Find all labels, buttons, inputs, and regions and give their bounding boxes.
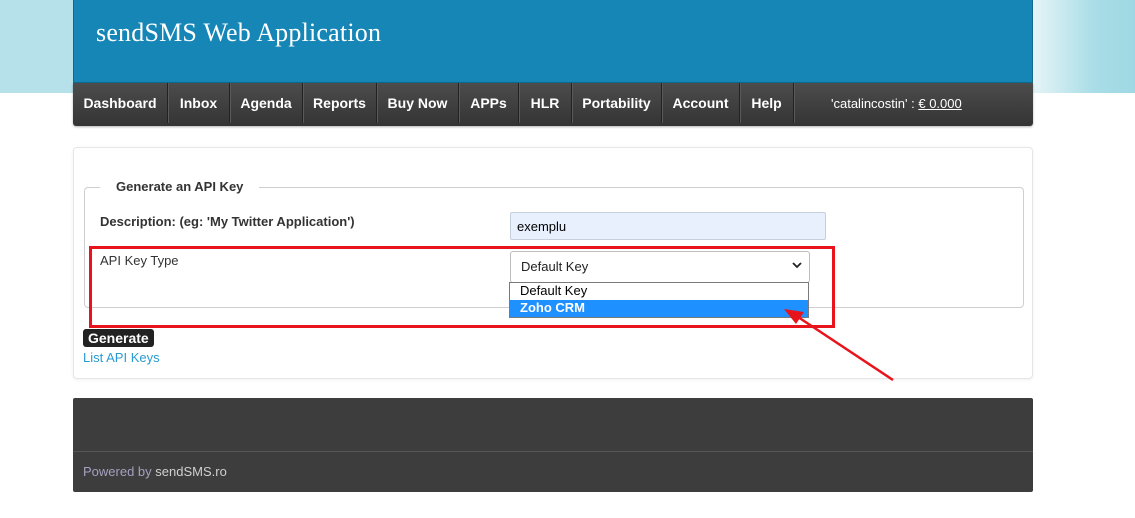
nav-apps[interactable]: APPs: [459, 83, 519, 123]
nav-agenda[interactable]: Agenda: [230, 83, 303, 123]
powered-brand: sendSMS.ro: [155, 464, 227, 479]
app-title: sendSMS Web Application: [96, 18, 382, 47]
background-right: [1033, 0, 1135, 93]
footer: Powered by sendSMS.ro: [73, 398, 1033, 492]
list-api-keys-link[interactable]: List API Keys: [83, 350, 160, 365]
chevron-down-icon: [792, 262, 802, 269]
api-key-panel: Generate an API Key Description: (eg: 'M…: [73, 147, 1033, 379]
account-user: 'catalincostin' :: [831, 96, 915, 111]
select-current-value: Default Key: [521, 259, 589, 274]
fieldset-legend: Generate an API Key: [100, 179, 260, 194]
api-key-type-select[interactable]: Default Key: [510, 251, 810, 283]
option-default-key[interactable]: Default Key: [510, 283, 808, 300]
nav-account[interactable]: Account: [662, 83, 740, 123]
option-zoho-crm[interactable]: Zoho CRM: [510, 300, 808, 317]
account-info: 'catalincostin' : € 0.000: [831, 83, 962, 126]
nav-inbox[interactable]: Inbox: [168, 83, 230, 123]
generate-button[interactable]: Generate: [83, 329, 154, 347]
app-header: sendSMS Web Application: [73, 0, 1033, 83]
nav-buy-now[interactable]: Buy Now: [377, 83, 459, 123]
nav-reports[interactable]: Reports: [303, 83, 377, 123]
description-input[interactable]: [510, 212, 826, 240]
nav-dashboard[interactable]: Dashboard: [73, 83, 168, 123]
footer-divider: [73, 451, 1033, 452]
account-balance-link[interactable]: € 0.000: [918, 96, 961, 111]
nav-help[interactable]: Help: [740, 83, 794, 123]
api-key-type-dropdown: Default Key Zoho CRM: [509, 282, 809, 318]
description-label: Description: (eg: 'My Twitter Applicatio…: [100, 214, 355, 229]
nav-portability[interactable]: Portability: [572, 83, 662, 123]
api-key-type-label: API Key Type: [100, 253, 179, 268]
main-navbar: Dashboard Inbox Agenda Reports Buy Now A…: [73, 83, 1033, 126]
powered-by: Powered by sendSMS.ro: [83, 464, 227, 479]
background-left: [0, 0, 73, 93]
powered-prefix: Powered by: [83, 464, 152, 479]
nav-hlr[interactable]: HLR: [519, 83, 572, 123]
